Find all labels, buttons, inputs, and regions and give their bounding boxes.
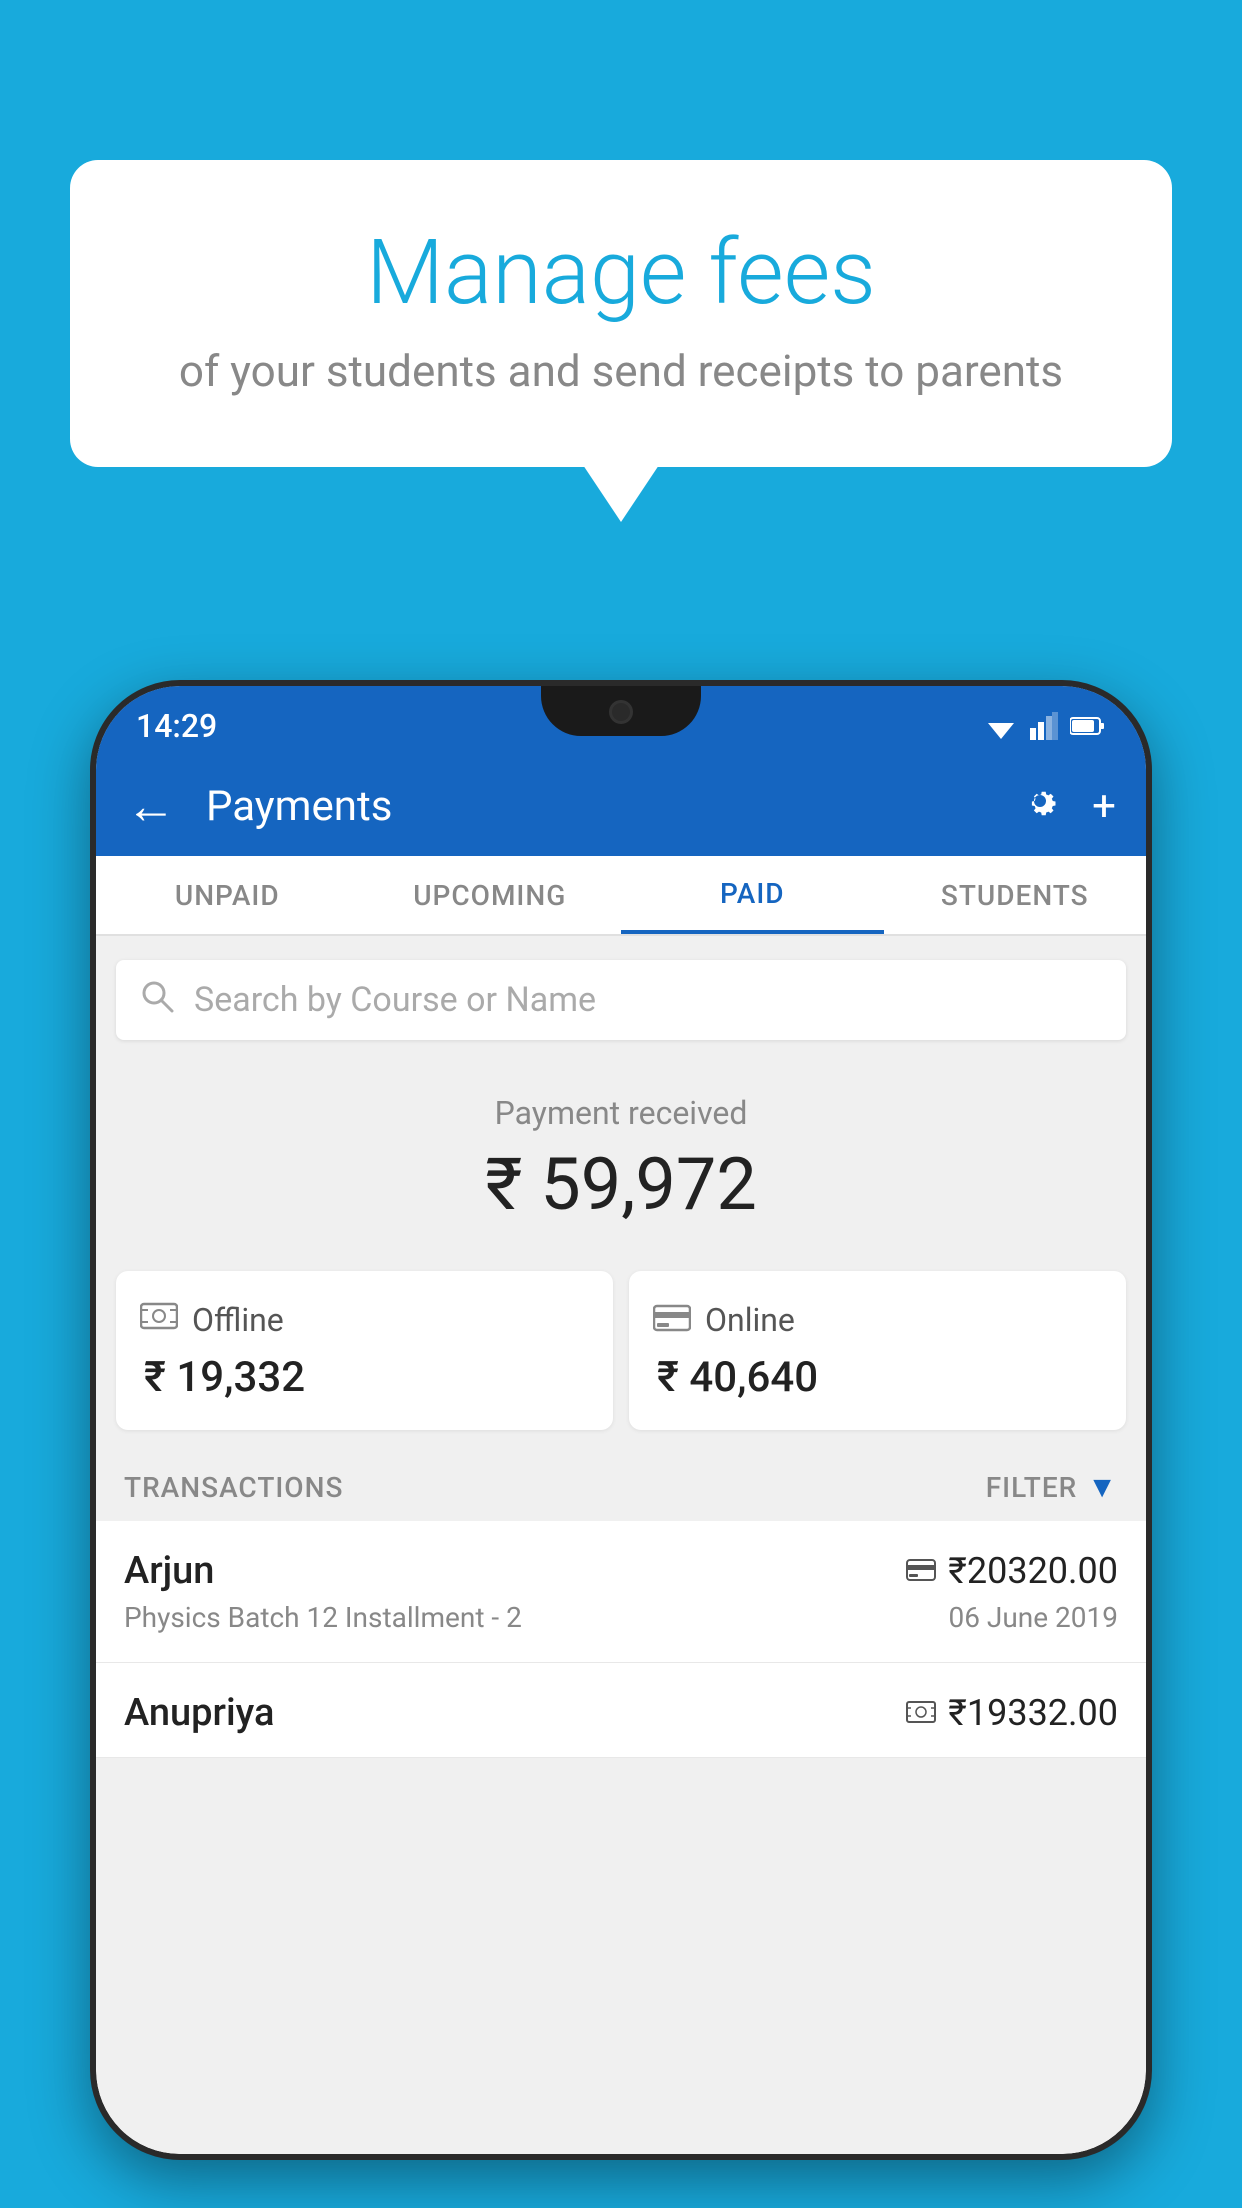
filter-icon: ▼ xyxy=(1087,1470,1118,1505)
online-card-header: Online xyxy=(653,1299,1102,1341)
transaction-item[interactable]: Anupriya xyxy=(96,1663,1146,1758)
transaction-date: 06 June 2019 xyxy=(948,1601,1118,1634)
offline-icon xyxy=(140,1299,178,1341)
credit-card-icon xyxy=(653,1304,691,1332)
transaction-amount: ₹20320.00 xyxy=(948,1550,1118,1592)
online-amount: ₹ 40,640 xyxy=(653,1353,1102,1402)
transaction-row: Arjun ₹20320.00 xyxy=(124,1549,1118,1593)
add-button[interactable]: + xyxy=(1092,782,1116,831)
camera xyxy=(609,700,633,724)
tab-paid[interactable]: PAID xyxy=(621,856,884,934)
phone-screen: 14:29 xyxy=(96,686,1146,2154)
tab-unpaid[interactable]: UNPAID xyxy=(96,856,359,934)
bubble-title: Manage fees xyxy=(150,220,1092,325)
tab-upcoming[interactable]: UPCOMING xyxy=(359,856,622,934)
transaction-name: Arjun xyxy=(124,1549,214,1593)
card-icon xyxy=(906,1559,936,1581)
wifi-icon xyxy=(984,713,1018,739)
online-type: Online xyxy=(705,1301,795,1339)
transaction-course: Physics Batch 12 Installment - 2 xyxy=(124,1601,522,1634)
online-icon xyxy=(653,1299,691,1341)
offline-type: Offline xyxy=(192,1301,284,1339)
back-button[interactable]: ← xyxy=(126,777,176,836)
tab-students[interactable]: STUDENTS xyxy=(884,856,1147,934)
status-time: 14:29 xyxy=(136,697,217,745)
offline-amount: ₹ 19,332 xyxy=(140,1353,589,1402)
offline-card: Offline ₹ 19,332 xyxy=(116,1271,613,1430)
filter-label: FILTER xyxy=(986,1471,1078,1504)
payment-label: Payment received xyxy=(116,1094,1126,1132)
payment-type-icon xyxy=(906,1696,936,1731)
payment-amount: ₹ 59,972 xyxy=(116,1142,1126,1227)
transaction-detail: Physics Batch 12 Installment - 2 06 June… xyxy=(124,1601,1118,1634)
transactions-header: TRANSACTIONS FILTER ▼ xyxy=(96,1454,1146,1521)
search-icon xyxy=(140,979,174,1022)
search-placeholder: Search by Course or Name xyxy=(194,980,596,1020)
payment-type-icon xyxy=(906,1554,936,1589)
gear-icon xyxy=(1018,779,1062,823)
notch xyxy=(541,686,701,736)
content-area: Search by Course or Name Payment receive… xyxy=(96,936,1146,2154)
transaction-row: Anupriya xyxy=(124,1691,1118,1735)
settings-button[interactable] xyxy=(1018,779,1062,834)
filter-button[interactable]: FILTER ▼ xyxy=(986,1470,1118,1505)
app-bar: ← Payments + xyxy=(96,756,1146,856)
banknote-small-icon xyxy=(906,1701,936,1723)
background: Manage fees of your students and send re… xyxy=(0,0,1242,2208)
app-bar-icons: + xyxy=(1018,779,1116,834)
search-bar[interactable]: Search by Course or Name xyxy=(116,960,1126,1040)
transaction-amount: ₹19332.00 xyxy=(948,1692,1118,1734)
transaction-amount-wrap: ₹20320.00 xyxy=(906,1550,1118,1592)
payment-section: Payment received ₹ 59,972 xyxy=(96,1064,1146,1271)
transaction-name: Anupriya xyxy=(124,1691,274,1735)
online-card: Online ₹ 40,640 xyxy=(629,1271,1126,1430)
transactions-label: TRANSACTIONS xyxy=(124,1471,343,1504)
bubble-subtitle: of your students and send receipts to pa… xyxy=(150,345,1092,397)
transaction-item[interactable]: Arjun ₹20320.00 xyxy=(96,1521,1146,1663)
battery-icon xyxy=(1070,716,1106,736)
banknote-icon xyxy=(140,1300,178,1332)
status-icons xyxy=(984,702,1106,740)
tabs: UNPAID UPCOMING PAID STUDENTS xyxy=(96,856,1146,936)
app-title: Payments xyxy=(196,782,998,831)
speech-bubble: Manage fees of your students and send re… xyxy=(70,160,1172,467)
signal-icon xyxy=(1030,712,1058,740)
phone-frame: 14:29 xyxy=(90,680,1152,2160)
transaction-amount-wrap: ₹19332.00 xyxy=(906,1692,1118,1734)
magnifier-icon xyxy=(140,979,174,1013)
payment-cards: Offline ₹ 19,332 xyxy=(116,1271,1126,1430)
offline-card-header: Offline xyxy=(140,1299,589,1341)
